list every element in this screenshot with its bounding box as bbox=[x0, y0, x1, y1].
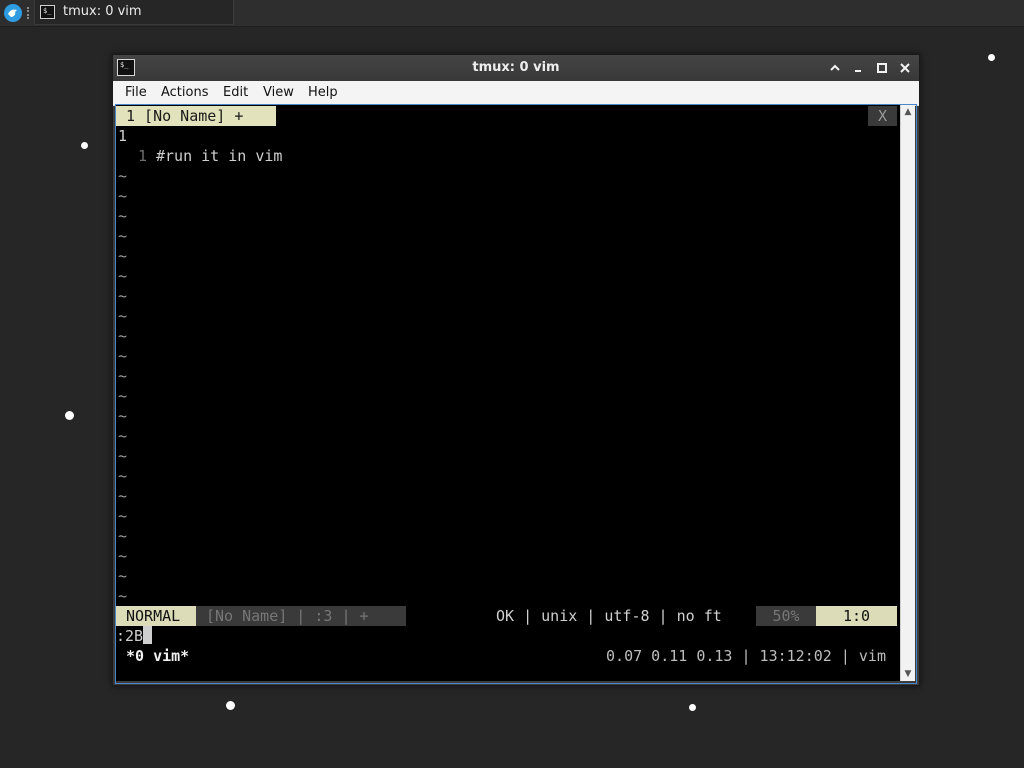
bird-logo-icon bbox=[8, 9, 17, 17]
vim-tilde-line: ~ bbox=[118, 587, 128, 605]
vim-status-mode: NORMAL bbox=[116, 606, 206, 626]
vim-tilde-line: ~ bbox=[118, 187, 128, 205]
vim-tilde-line: ~ bbox=[118, 527, 128, 545]
minimize-icon bbox=[855, 70, 861, 72]
terminal-window: $_ tmux: 0 vim File Actions Edit View He… bbox=[112, 54, 920, 686]
maximize-icon bbox=[877, 63, 887, 73]
vim-status-percent: 50% bbox=[756, 606, 816, 626]
vim-tilde-line: ~ bbox=[118, 287, 128, 305]
vim-tilde-line: ~ bbox=[118, 307, 128, 325]
minimize-button[interactable] bbox=[848, 58, 868, 78]
vim-tilde-line: ~ bbox=[118, 567, 128, 585]
vim-tilde-line: ~ bbox=[118, 547, 128, 565]
tmux-status-right: 0.07 0.11 0.13 | 13:12:02 | vim bbox=[606, 647, 886, 665]
vim-tilde-line: ~ bbox=[118, 167, 128, 185]
taskbar-item-tmux[interactable]: $_ tmux: 0 vim bbox=[34, 0, 234, 25]
maximize-button[interactable] bbox=[872, 58, 892, 78]
desktop-dot bbox=[65, 411, 74, 420]
vim-tilde-line: ~ bbox=[118, 207, 128, 225]
vim-tilde-line: ~ bbox=[118, 447, 128, 465]
window-titlebar[interactable]: $_ tmux: 0 vim bbox=[113, 55, 919, 81]
menu-view[interactable]: View bbox=[263, 85, 294, 100]
vim-tilde-line: ~ bbox=[118, 267, 128, 285]
vim-status-file-info: OK | unix | utf-8 | no ft bbox=[496, 607, 722, 625]
vim-tilde-line: ~ bbox=[118, 367, 128, 385]
desktop-dot bbox=[689, 704, 696, 711]
tmux-window-label[interactable]: *0 vim* bbox=[126, 646, 189, 666]
vim-tilde-line: ~ bbox=[118, 227, 128, 245]
vim-tab-active[interactable]: 1 [No Name] + bbox=[116, 106, 276, 126]
chevron-up-icon bbox=[830, 64, 840, 71]
menu-help[interactable]: Help bbox=[308, 85, 338, 100]
vim-tilde-line: ~ bbox=[118, 507, 128, 525]
vim-command-line[interactable]: :2B bbox=[116, 626, 153, 646]
scroll-up-arrow-icon[interactable]: ▲ bbox=[901, 105, 915, 119]
close-button[interactable] bbox=[895, 58, 915, 78]
taskbar-grip-handle bbox=[27, 7, 33, 19]
vim-tilde-line: ~ bbox=[118, 427, 128, 445]
menu-file[interactable]: File bbox=[125, 85, 147, 100]
menu-edit[interactable]: Edit bbox=[223, 85, 248, 100]
vim-tilde-line: ~ bbox=[118, 487, 128, 505]
desktop-dot bbox=[226, 701, 235, 710]
scroll-down-arrow-icon[interactable]: ▼ bbox=[901, 667, 915, 681]
vim-tilde-line: ~ bbox=[118, 327, 128, 345]
vim-tilde-line: ~ bbox=[118, 407, 128, 425]
vim-tab-close-button[interactable]: X bbox=[868, 106, 897, 126]
window-title: tmux: 0 vim bbox=[472, 60, 560, 75]
vim-top-line-number: 1 bbox=[118, 127, 128, 145]
vim-tilde-line: ~ bbox=[118, 387, 128, 405]
vim-status-buffer-info: [No Name] | :3 | + bbox=[196, 606, 406, 626]
start-menu-button[interactable] bbox=[4, 4, 22, 22]
terminal-icon: $_ bbox=[40, 5, 55, 19]
menubar: File Actions Edit View Help bbox=[113, 81, 919, 106]
terminal-area[interactable]: 1 [No Name] + X 1 1 #run it in vim ~ ~ ~ ~ ~… bbox=[116, 105, 900, 681]
vim-tilde-line: ~ bbox=[118, 247, 128, 265]
taskbar: $_ tmux: 0 vim bbox=[0, 0, 1024, 27]
menu-actions[interactable]: Actions bbox=[161, 85, 209, 100]
close-icon bbox=[900, 63, 910, 73]
vim-line-number: 1 bbox=[138, 147, 148, 165]
vim-command-text: :2B bbox=[116, 627, 144, 645]
desktop-dot bbox=[988, 54, 995, 61]
vim-status-position: 1:0 bbox=[816, 606, 897, 626]
vim-buffer-line[interactable]: #run it in vim bbox=[156, 146, 282, 166]
shade-window-button[interactable] bbox=[825, 58, 845, 78]
text-cursor bbox=[143, 626, 153, 644]
taskbar-item-label: tmux: 0 vim bbox=[63, 4, 142, 19]
vim-tilde-line: ~ bbox=[118, 467, 128, 485]
terminal-scrollbar[interactable]: ▲ ▼ bbox=[900, 105, 915, 681]
vim-tilde-line: ~ bbox=[118, 347, 128, 365]
desktop-dot bbox=[81, 142, 88, 149]
